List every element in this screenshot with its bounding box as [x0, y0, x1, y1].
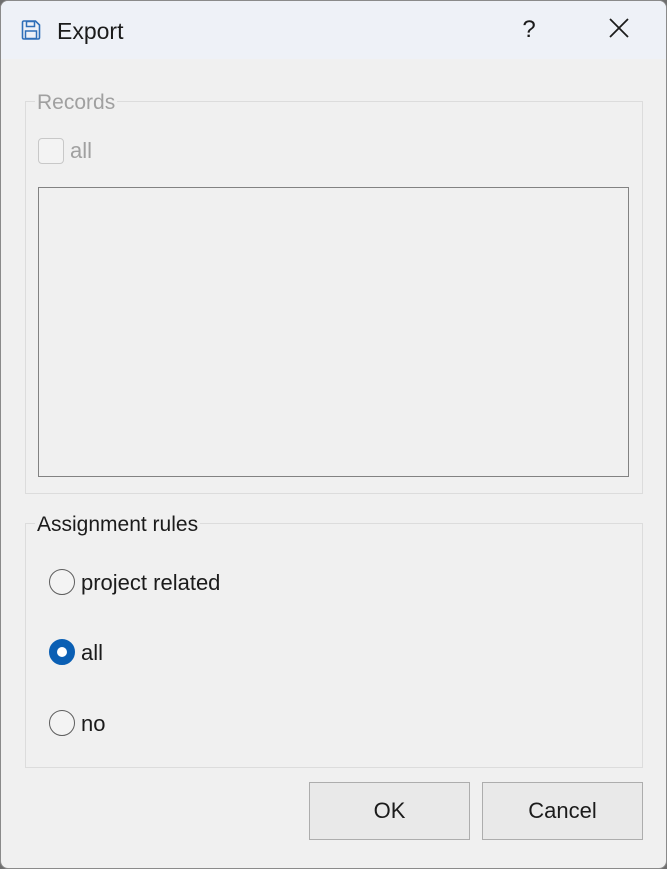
assignment-rules-group — [25, 523, 643, 768]
window-title: Export — [57, 18, 124, 44]
radio-all[interactable] — [49, 639, 75, 665]
radio-project-related[interactable] — [49, 569, 75, 595]
radio-no[interactable] — [49, 710, 75, 736]
records-group-title: Records — [35, 90, 118, 116]
assignment-rules-group-title: Assignment rules — [35, 512, 201, 538]
all-records-checkbox[interactable] — [38, 138, 64, 164]
title-bar[interactable]: Export ? — [1, 1, 666, 59]
help-button[interactable]: ? — [501, 7, 557, 53]
radio-all-label[interactable]: all — [81, 640, 103, 666]
cancel-button[interactable]: Cancel — [482, 782, 643, 840]
close-button[interactable] — [591, 7, 647, 53]
close-icon — [608, 17, 630, 44]
radio-project-related-label[interactable]: project related — [81, 570, 220, 596]
save-icon — [19, 18, 43, 42]
all-records-checkbox-label[interactable]: all — [70, 138, 92, 164]
export-dialog: Export ? Records all Assignment rules pr… — [0, 0, 667, 869]
records-list[interactable] — [38, 187, 629, 477]
ok-button[interactable]: OK — [309, 782, 470, 840]
radio-no-label[interactable]: no — [81, 711, 105, 737]
